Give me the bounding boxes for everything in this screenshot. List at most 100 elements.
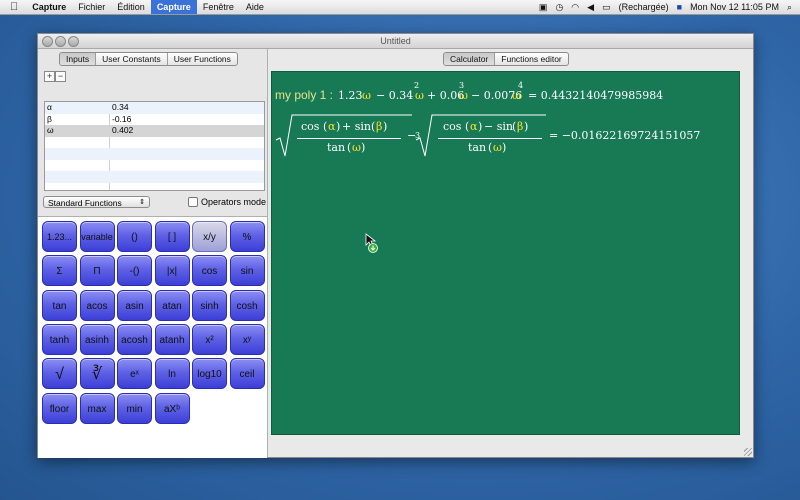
right-pane: Calculator Functions editor my poly 1 : … [268, 49, 753, 457]
remove-variable-button[interactable]: − [55, 71, 66, 82]
variables-table[interactable]: α 0.34 β -0.16 ω 0.402 [44, 101, 265, 191]
menu-capture[interactable]: Capture [150, 0, 197, 14]
right-tabs: Calculator Functions editor [443, 52, 569, 66]
operators-mode-checkbox[interactable]: Operators mode [188, 197, 266, 207]
window-title: Untitled [380, 36, 411, 46]
search-icon[interactable]: ⌕ [783, 2, 800, 13]
variable-name: α [47, 102, 52, 112]
brackets-key[interactable]: [ ] [154, 221, 190, 252]
atanh-key[interactable]: atanh [154, 323, 190, 355]
flag-icon[interactable]: ■ [673, 2, 686, 12]
den1-func-tan: tan [327, 141, 346, 154]
time-machine-icon[interactable]: ◷ [551, 2, 567, 13]
zoom-button[interactable] [68, 36, 79, 47]
variable-name: β [47, 113, 52, 124]
number-key[interactable]: 1.23... [42, 221, 77, 252]
floor-key[interactable]: floor [42, 392, 77, 424]
left-pane: Inputs User Constants User Functions + −… [38, 49, 268, 458]
paren-open: ( [323, 120, 328, 133]
ceil-key[interactable]: ceil [229, 358, 265, 390]
sum-key[interactable]: Σ [42, 255, 77, 287]
chevron-updown-icon: ⇕ [139, 199, 145, 206]
calculator-canvas[interactable]: my poly 1 : 1.23 ω − 0.34 ω 2 + 0.06 ω 3… [271, 71, 740, 435]
asin-key[interactable]: asin [117, 289, 152, 321]
table-row[interactable]: β -0.16 [45, 114, 264, 126]
omega-symbol: ω [493, 141, 502, 154]
ln-key[interactable]: ln [154, 358, 190, 390]
minimize-button[interactable] [55, 36, 66, 47]
acosh-key[interactable]: acosh [117, 323, 152, 355]
expr1-var: ω [459, 89, 468, 102]
tab-user-functions[interactable]: User Functions [166, 53, 237, 65]
percent-key[interactable]: % [229, 221, 265, 252]
asinh-key[interactable]: asinh [79, 323, 115, 355]
tan-key[interactable]: tan [42, 289, 77, 321]
variable-name: ω [47, 125, 54, 135]
menu-fichier[interactable]: Fichier [72, 0, 111, 14]
exp-key[interactable]: eˣ [117, 358, 152, 390]
cos-key[interactable]: cos [192, 255, 227, 287]
functions-popup[interactable]: Standard Functions ⇕ [43, 196, 150, 208]
variable-value[interactable]: -0.16 [112, 114, 131, 126]
volume-icon[interactable]: ◀ [583, 2, 598, 13]
add-variable-button[interactable]: + [44, 71, 55, 82]
fraction-bar [438, 138, 542, 139]
functions-popup-label: Standard Functions [48, 198, 122, 208]
menu-edition[interactable]: Édition [111, 0, 151, 14]
min-key[interactable]: min [117, 392, 152, 424]
battery-icon[interactable]: ▭ [598, 2, 615, 13]
alpha-symbol: α [470, 120, 478, 133]
negate-key[interactable]: -() [117, 255, 152, 287]
tanh-key[interactable]: tanh [42, 323, 77, 355]
variable-key[interactable]: variable [79, 221, 115, 252]
tab-user-constants[interactable]: User Constants [95, 53, 167, 65]
menu-fenetre[interactable]: Fenêtre [197, 0, 240, 14]
window-titlebar[interactable]: Untitled [38, 34, 753, 49]
close-button[interactable] [42, 36, 53, 47]
sin-key[interactable]: sin [229, 255, 265, 287]
menubar-clock[interactable]: Mon Nov 12 11:05 PM [686, 2, 783, 12]
square-key[interactable]: x² [192, 323, 227, 355]
tab-calculator[interactable]: Calculator [444, 53, 495, 65]
abs-key[interactable]: |x| [154, 255, 190, 287]
paren-close: ) [336, 120, 341, 133]
table-row-empty[interactable] [45, 148, 264, 160]
max-key[interactable]: max [79, 392, 115, 424]
expr1-result: = 0.4432140479985984 [528, 89, 664, 102]
acos-key[interactable]: acos [79, 289, 115, 321]
fraction-key[interactable]: x/y [192, 221, 227, 252]
num2-func-cos: cos [443, 120, 462, 133]
tab-inputs[interactable]: Inputs [60, 53, 96, 65]
paren-open: ( [488, 141, 493, 154]
num1-func-cos: cos [301, 120, 320, 133]
menu-aide[interactable]: Aide [240, 0, 270, 14]
tab-functions-editor[interactable]: Functions editor [494, 53, 567, 65]
variable-value[interactable]: 0.34 [112, 102, 129, 114]
variable-value[interactable]: 0.402 [112, 125, 133, 137]
status-z-icon[interactable]: ▣ [535, 2, 552, 13]
atan-key[interactable]: atan [154, 289, 190, 321]
table-row-empty[interactable] [45, 171, 264, 183]
resize-grip-icon[interactable] [744, 448, 752, 456]
menubar:  Capture Fichier Édition Capture Fenêtr… [0, 0, 800, 15]
scientific-key[interactable]: aXᵇ [154, 392, 190, 424]
log10-key[interactable]: log10 [192, 358, 227, 390]
table-row[interactable]: ω 0.402 [45, 125, 264, 137]
table-row-empty[interactable] [45, 137, 264, 149]
sqrt-key[interactable]: √ [42, 358, 77, 390]
cosh-key[interactable]: cosh [229, 289, 265, 321]
expr1-var: ω [512, 89, 521, 102]
app-menu[interactable]: Capture [26, 0, 72, 14]
table-row-empty[interactable] [45, 160, 264, 172]
table-row[interactable]: α 0.34 [45, 102, 264, 114]
parentheses-key[interactable]: () [117, 221, 152, 252]
apple-menu-icon[interactable]:  [0, 0, 26, 14]
expr1-exp: 3 [459, 81, 465, 90]
wifi-icon[interactable]: ◠ [567, 2, 583, 13]
checkbox-box[interactable] [188, 197, 198, 207]
product-key[interactable]: Π [79, 255, 115, 287]
sinh-key[interactable]: sinh [192, 289, 227, 321]
power-key[interactable]: xʸ [229, 323, 265, 355]
num1-func-sin: + sin [342, 120, 371, 133]
nth-root-key[interactable]: ∛ [79, 358, 115, 390]
